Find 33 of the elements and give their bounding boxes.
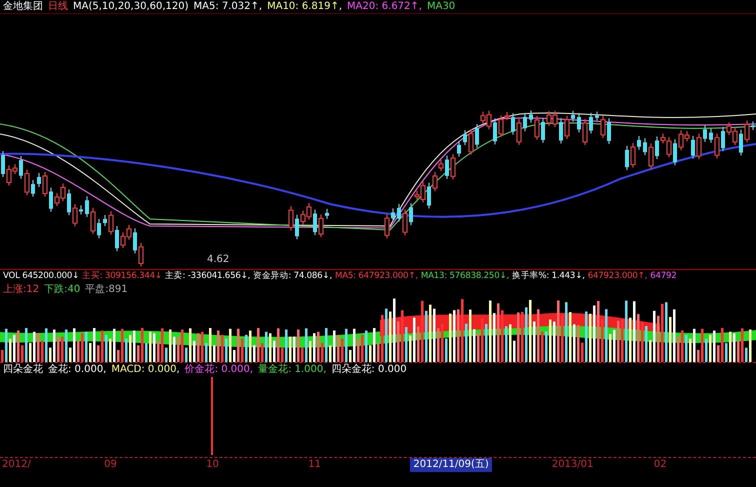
ma-reading: MA10: 6.819↑, (267, 0, 342, 13)
breadth-count: 下跌:40 (44, 283, 80, 296)
indicator-reading: MACD: 0.000, (111, 363, 180, 377)
volume-reading: MA13: 576838.250↓, (420, 270, 509, 283)
ma-reading: MA30 (426, 0, 456, 13)
volume-reading: 64792 (650, 270, 677, 283)
breadth-count: 上涨:12 (3, 283, 40, 296)
date-axis-label: 2012/ (2, 458, 32, 472)
date-axis-label: 02 (654, 458, 668, 472)
ma-reading: MA20: 6.672↑, (347, 0, 422, 13)
indicator-reading: 四朵金花: 0.000 (331, 363, 407, 377)
date-axis-label: 2013/01 (552, 458, 594, 472)
volume-reading: VOL 645200.000↓ (3, 270, 80, 283)
price-label: 4.62 (207, 254, 230, 265)
indicator-reading: 量金花: 1.000, (258, 363, 326, 377)
volume-reading: 主卖: -336041.656↓, (164, 270, 250, 283)
indicator-reading: 价金花: 0.000, (184, 363, 254, 377)
date-axis-label: 09 (104, 458, 118, 472)
volume-reading: MA5: 647923.000↑, (334, 270, 418, 283)
ma-reading: MA5: 7.032↑, (194, 0, 262, 13)
date-axis-label: 10 (206, 458, 220, 472)
date-axis-label: 2012/11/09(五) (410, 458, 492, 472)
ma-parameters: MA(5,10,20,30,60,120) (73, 0, 189, 13)
indicator-reading: 四朵金花 (3, 363, 43, 377)
stock-name: 金地集团 (3, 0, 43, 13)
indicator-reading: 金花: 0.000, (48, 363, 106, 377)
volume-reading: 换手率%: 1.443↓, (512, 270, 585, 283)
volume-reading: 资金异动: 74.086↓, (253, 270, 332, 283)
volume-reading: 647923.000↑, (588, 270, 648, 283)
date-axis-label: 11 (308, 458, 322, 472)
period-label: 日线 (48, 0, 68, 13)
volume-reading: 主买: 309156.344↓ (82, 270, 162, 283)
breadth-count: 平盘:891 (85, 283, 128, 296)
